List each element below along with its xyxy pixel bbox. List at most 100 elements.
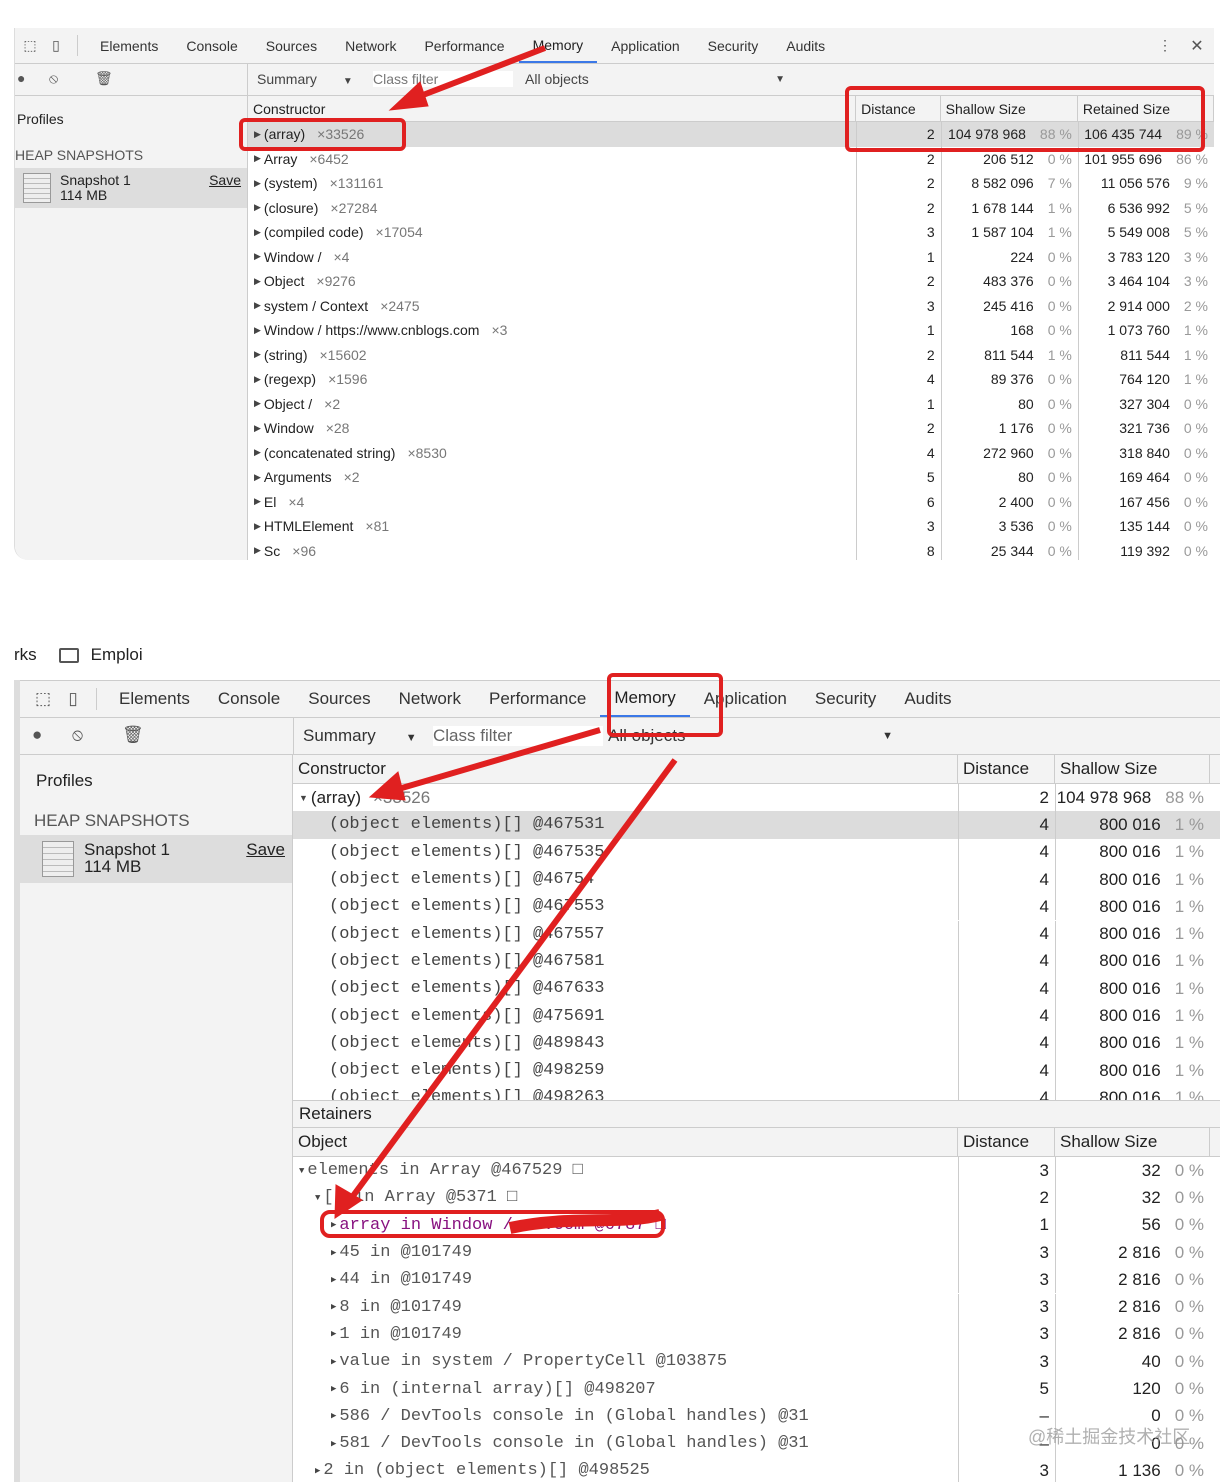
table-row[interactable]: ▶ (compiled code) ×17054 3 1 587 104 1 % 5 549… bbox=[248, 220, 1214, 245]
save-link[interactable]: Save bbox=[209, 172, 241, 188]
tab-security[interactable]: Security bbox=[694, 28, 773, 63]
expand-triangle-icon[interactable]: ▶ bbox=[254, 153, 261, 164]
retainer-row[interactable]: ▶ 2 in (object elements)[] @498525 3 1 136 0… bbox=[293, 1457, 1220, 1482]
tab-elements[interactable]: Elements bbox=[105, 681, 204, 717]
retainer-row[interactable]: ▶ 1 in @101749 3 2 816 0 % bbox=[293, 1320, 1220, 1349]
tab-audits[interactable]: Audits bbox=[772, 28, 839, 63]
table-row[interactable]: (object elements)[] @467557 4 800 016 1 % bbox=[293, 920, 1220, 948]
table-row[interactable]: (object elements)[] @467531 4 800 016 1 % bbox=[293, 811, 1220, 839]
device-toolbar-icon[interactable]: ▯ bbox=[43, 37, 69, 54]
expand-triangle-icon[interactable]: ▶ bbox=[254, 447, 261, 458]
more-menu-icon[interactable]: ⋮ bbox=[1150, 37, 1180, 54]
column-header-constructor[interactable]: Constructor bbox=[293, 755, 958, 783]
expand-triangle-icon[interactable]: ▶ bbox=[254, 521, 261, 532]
snapshot-item[interactable]: Snapshot 1 114 MB Save bbox=[15, 168, 247, 208]
expand-triangle-icon[interactable]: ▶ bbox=[254, 374, 261, 385]
table-row[interactable]: (object elements)[] @489843 4 800 016 1 % bbox=[293, 1029, 1220, 1057]
table-row[interactable]: (object elements)[] @498259 4 800 016 1 % bbox=[293, 1057, 1220, 1085]
expand-triangle-icon[interactable]: ▶ bbox=[315, 1466, 320, 1476]
view-select[interactable]: Summary ▼ bbox=[257, 71, 353, 87]
expand-triangle-icon[interactable]: ▶ bbox=[254, 178, 261, 189]
tab-console[interactable]: Console bbox=[172, 28, 251, 63]
table-row-array[interactable]: ▼ (array) ×33526 2 104 978 968 88 % bbox=[293, 784, 1220, 812]
expand-triangle-icon[interactable]: ▶ bbox=[331, 1411, 336, 1421]
table-row[interactable]: ▶ Object ×9276 2 483 376 0 % 3 464 104 3 % bbox=[248, 269, 1214, 294]
column-header-distance[interactable]: Distance bbox=[958, 1128, 1055, 1156]
tab-application[interactable]: Application bbox=[597, 28, 694, 63]
expanded-triangle-icon[interactable]: ▼ bbox=[315, 1193, 320, 1203]
retainer-row[interactable]: ▶ 8 in @101749 3 2 816 0 % bbox=[293, 1293, 1220, 1321]
table-row[interactable]: ▶ (closure) ×27284 2 1 678 144 1 % 6 536 992 5 … bbox=[248, 195, 1214, 220]
inspect-element-icon[interactable]: ⬚ bbox=[28, 689, 58, 709]
column-header-shallow-size[interactable]: Shallow Size bbox=[1055, 1128, 1210, 1156]
table-row[interactable]: ▶ (regexp) ×1596 4 89 376 0 % 764 120 1 % bbox=[248, 367, 1214, 392]
device-toolbar-icon[interactable]: ▯ bbox=[58, 689, 88, 709]
table-row[interactable]: ▶ Object / ×2 1 80 0 % 327 304 0 % bbox=[248, 391, 1214, 416]
retainer-row[interactable]: ▶ 6 in (internal array)[] @498207 5 120 0 % bbox=[293, 1375, 1220, 1403]
retainer-row[interactable]: ▼ elements in Array @467529 □ 3 32 0 % bbox=[293, 1157, 1220, 1185]
table-row[interactable]: (object elements)[] @467535 4 800 016 1 % bbox=[293, 838, 1220, 866]
tab-performance[interactable]: Performance bbox=[410, 28, 518, 63]
tab-security[interactable]: Security bbox=[801, 681, 890, 717]
tab-console[interactable]: Console bbox=[204, 681, 294, 717]
expand-triangle-icon[interactable]: ▶ bbox=[254, 202, 261, 213]
expand-triangle-icon[interactable]: ▶ bbox=[331, 1248, 336, 1258]
expand-triangle-icon[interactable]: ▶ bbox=[331, 1357, 336, 1367]
table-row[interactable]: ▶ Sc ×96 8 25 344 0 % 119 392 0 % bbox=[248, 538, 1214, 560]
expand-triangle-icon[interactable]: ▶ bbox=[254, 227, 261, 238]
expand-triangle-icon[interactable]: ▶ bbox=[331, 1329, 336, 1339]
expand-triangle-icon[interactable]: ▶ bbox=[254, 349, 261, 360]
expanded-triangle-icon[interactable]: ▼ bbox=[299, 1166, 304, 1176]
close-icon[interactable]: ✕ bbox=[1180, 36, 1214, 56]
table-row[interactable]: ▶ HTMLElement ×81 3 3 536 0 % 135 144 0 % bbox=[248, 514, 1214, 539]
clear-icon[interactable]: ⦸ bbox=[49, 70, 58, 87]
table-row[interactable]: (object elements)[] @467553 4 800 016 1 % bbox=[293, 893, 1220, 921]
tab-elements[interactable]: Elements bbox=[86, 28, 172, 63]
retainer-row[interactable]: ▼[] in Array @5371 □ 2 32 0 % bbox=[293, 1184, 1220, 1212]
tab-memory[interactable]: Memory bbox=[518, 28, 598, 63]
table-row[interactable]: ▶ (concatenated string) ×8530 4 272 960 0 % 31… bbox=[248, 440, 1214, 465]
tab-network[interactable]: Network bbox=[385, 681, 475, 717]
table-row[interactable]: ▶ Window / ×4 1 224 0 % 3 783 120 3 % bbox=[248, 244, 1214, 269]
retainer-row[interactable]: ▶ value in system / PropertyCell @103875 3… bbox=[293, 1348, 1220, 1376]
trash-icon[interactable]: 🗑 bbox=[95, 70, 113, 87]
view-select[interactable]: Summary ▼ bbox=[303, 726, 417, 746]
save-link[interactable]: Save bbox=[246, 840, 285, 860]
expand-triangle-icon[interactable]: ▶ bbox=[254, 496, 261, 507]
table-row[interactable]: (object elements)[] @467581 4 800 016 1 % bbox=[293, 947, 1220, 976]
trash-icon[interactable]: 🗑 bbox=[122, 725, 144, 745]
retainer-row[interactable]: ▶ 44 in @101749 3 2 816 0 % bbox=[293, 1266, 1220, 1294]
table-row[interactable]: ▶ system / Context ×2475 3 245 416 0 % 2 914 0… bbox=[248, 293, 1214, 318]
expand-triangle-icon[interactable]: ▶ bbox=[254, 398, 261, 409]
clear-icon[interactable]: ⦸ bbox=[72, 725, 83, 745]
expand-triangle-icon[interactable]: ▶ bbox=[331, 1384, 336, 1394]
table-row[interactable]: ▶ (system) ×131161 2 8 582 096 7 % 11 056 576 9… bbox=[248, 171, 1214, 196]
expand-triangle-icon[interactable]: ▶ bbox=[254, 300, 261, 311]
class-filter-input[interactable]: Class filter bbox=[373, 71, 513, 87]
expand-triangle-icon[interactable]: ▶ bbox=[254, 251, 261, 262]
tab-performance[interactable]: Performance bbox=[475, 681, 600, 717]
expand-triangle-icon[interactable]: ▶ bbox=[254, 276, 261, 287]
column-header-shallow-size[interactable]: Shallow Size bbox=[1055, 755, 1210, 783]
expand-triangle-icon[interactable]: ▶ bbox=[331, 1439, 336, 1449]
table-row[interactable]: ▶ Window ×28 2 1 176 0 % 321 736 0 % bbox=[248, 416, 1214, 441]
objects-select[interactable]: All objects ▼ bbox=[525, 71, 785, 87]
breadcrumb-prev[interactable]: rks bbox=[14, 645, 37, 665]
column-header-object[interactable]: Object bbox=[293, 1128, 958, 1156]
class-filter-input[interactable]: Class filter bbox=[433, 726, 603, 746]
expand-triangle-icon[interactable]: ▶ bbox=[254, 325, 261, 336]
table-row[interactable]: ▶ Arguments ×2 5 80 0 % 169 464 0 % bbox=[248, 465, 1214, 490]
breadcrumb-folder[interactable]: Emploi bbox=[58, 645, 143, 665]
table-row[interactable]: ▶ (string) ×15602 2 811 544 1 % 811 544 1 % bbox=[248, 342, 1214, 367]
table-row[interactable]: (object elements)[] @46754 4 800 016 1 % bbox=[293, 865, 1220, 894]
expand-triangle-icon[interactable]: ▶ bbox=[254, 423, 261, 434]
record-icon[interactable]: ● bbox=[32, 725, 42, 745]
snapshot-item[interactable]: Snapshot 1 114 MB Save bbox=[20, 835, 292, 883]
tab-sources[interactable]: Sources bbox=[252, 28, 331, 63]
column-header-distance[interactable]: Distance bbox=[958, 755, 1055, 783]
tab-sources[interactable]: Sources bbox=[294, 681, 384, 717]
expand-triangle-icon[interactable]: ▶ bbox=[331, 1275, 336, 1285]
retainer-row[interactable]: ▶ 45 in @101749 3 2 816 0 % bbox=[293, 1238, 1220, 1267]
expand-triangle-icon[interactable]: ▶ bbox=[254, 545, 261, 556]
inspect-element-icon[interactable]: ⬚ bbox=[17, 37, 43, 54]
